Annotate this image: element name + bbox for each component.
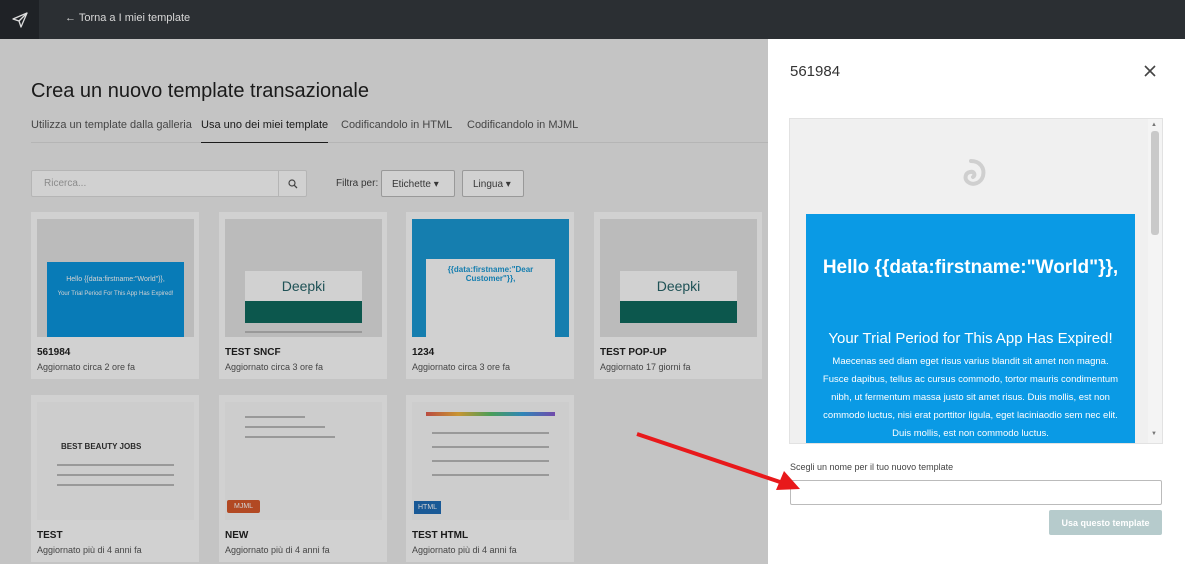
email-body: Hello {{data:firstname:"World"}}, Your T…: [806, 214, 1135, 443]
template-name-input[interactable]: [790, 480, 1162, 505]
email-heading: Hello {{data:firstname:"World"}},: [822, 257, 1119, 278]
template-name-label: Scegli un nome per il tuo nuovo template: [790, 462, 954, 472]
modal-backdrop[interactable]: [0, 39, 768, 564]
scroll-down-icon[interactable]: ▼: [1151, 431, 1157, 437]
email-preview[interactable]: Hello {{data:firstname:"World"}}, Your T…: [789, 118, 1163, 444]
paper-plane-icon[interactable]: [0, 0, 39, 39]
brand-spiral-icon: [963, 159, 986, 186]
scrollbar-thumb[interactable]: [1151, 131, 1159, 235]
close-icon[interactable]: [1140, 61, 1160, 81]
preview-scrollbar[interactable]: ▲ ▼: [1148, 119, 1162, 443]
template-preview-panel: 561984 Hello {{data:firstname:"World"}},…: [768, 39, 1185, 564]
scroll-up-icon[interactable]: ▲: [1151, 122, 1157, 128]
use-template-button[interactable]: Usa questo template: [1049, 510, 1162, 535]
top-bar: ← Torna a I miei template: [0, 0, 1185, 39]
email-subheading: Your Trial Period for This App Has Expir…: [828, 330, 1113, 347]
email-text: Maecenas sed diam eget risus varius blan…: [822, 356, 1119, 439]
panel-title: 561984: [790, 63, 841, 80]
back-link[interactable]: ← Torna a I miei template: [65, 12, 190, 24]
